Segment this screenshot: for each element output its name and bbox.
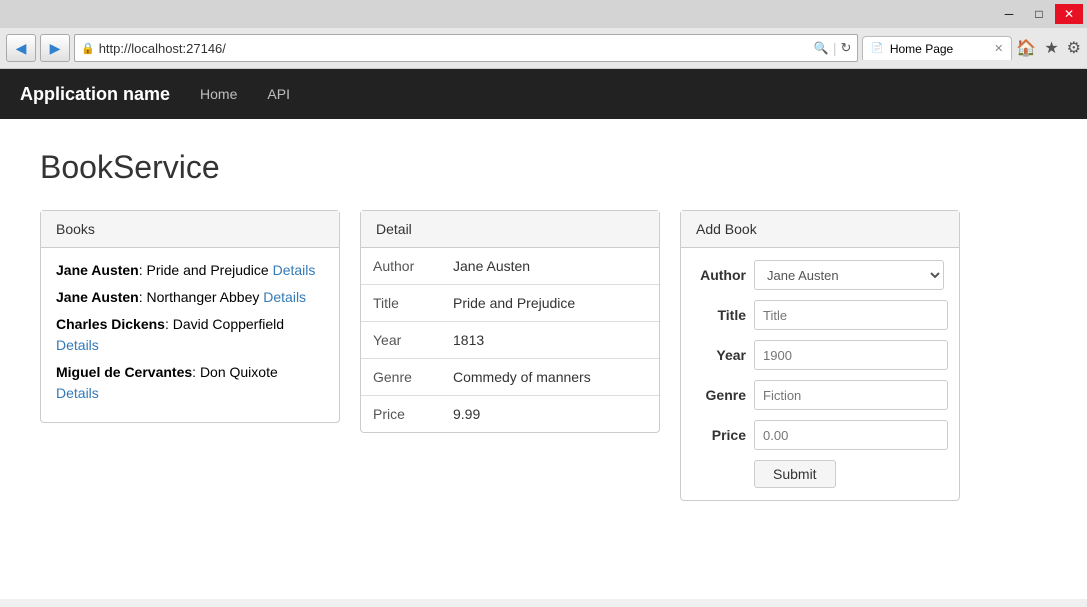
detail-panel-body: Author Jane Austen Title Pride and Preju… [361,248,659,432]
table-row: Year 1813 [361,322,659,359]
address-input[interactable] [99,41,810,56]
address-bar: 🔒 🔍 | ↻ [74,34,858,62]
book-details-link[interactable]: Details [263,289,306,305]
nav-link-home[interactable]: Home [200,86,237,102]
nav-link-api[interactable]: API [267,86,290,102]
close-button[interactable]: ✕ [1055,4,1083,24]
book-author: Charles Dickens [56,316,165,332]
genre-row: Genre [696,380,944,410]
field-value: Pride and Prejudice [441,285,659,322]
book-details-link[interactable]: Details [273,262,316,278]
books-panel-body: Jane Austen: Pride and Prejudice Details… [41,248,339,422]
book-details-link[interactable]: Details [56,337,99,353]
add-book-panel-body: Author Jane Austen Charles Dickens Migue… [681,248,959,500]
app-navbar: Application name Home API [0,69,1087,119]
field-label: Author [361,248,441,285]
author-select[interactable]: Jane Austen Charles Dickens Miguel de Ce… [754,260,944,290]
books-panel: Books Jane Austen: Pride and Prejudice D… [40,210,340,423]
book-author: Miguel de Cervantes [56,364,192,380]
price-input[interactable] [754,420,948,450]
field-label: Genre [361,359,441,396]
forward-button[interactable]: ▶ [40,34,70,62]
page-title: BookService [40,149,1047,186]
submit-row: Submit [696,460,944,488]
address-icon: 🔒 [81,42,95,55]
book-author: Jane Austen [56,289,139,305]
year-input[interactable] [754,340,948,370]
tab-title: Home Page [890,42,953,56]
table-row: Price 9.99 [361,396,659,433]
settings-icon-button[interactable]: ⚙ [1067,38,1081,58]
book-title: Pride and Prejudice [147,262,269,278]
refresh-button[interactable]: ↻ [840,40,851,56]
genre-label: Genre [696,387,746,403]
detail-table: Author Jane Austen Title Pride and Preju… [361,248,659,432]
book-title: Northanger Abbey [147,289,260,305]
list-item: Charles Dickens: David Copperfield Detai… [56,314,324,356]
tab-favicon: 📄 [871,43,883,54]
field-value: 9.99 [441,396,659,433]
navigation-bar: ◀ ▶ 🔒 🔍 | ↻ 📄 Home Page ✕ 🏠 ★ ⚙ [0,28,1087,68]
back-button[interactable]: ◀ [6,34,36,62]
tab-close-button[interactable]: ✕ [994,42,1003,55]
minimize-button[interactable]: ─ [995,4,1023,24]
title-row: Title [696,300,944,330]
add-book-panel: Add Book Author Jane Austen Charles Dick… [680,210,960,501]
genre-input[interactable] [754,380,948,410]
submit-button[interactable]: Submit [754,460,836,488]
year-row: Year [696,340,944,370]
book-details-link[interactable]: Details [56,385,99,401]
books-panel-header: Books [41,211,339,248]
title-label: Title [696,307,746,323]
book-author: Jane Austen [56,262,139,278]
browser-chrome: ─ □ ✕ ◀ ▶ 🔒 🔍 | ↻ 📄 Home Page ✕ 🏠 ★ ⚙ [0,0,1087,69]
year-label: Year [696,347,746,363]
price-label: Price [696,427,746,443]
add-book-panel-header: Add Book [681,211,959,248]
table-row: Genre Commedy of manners [361,359,659,396]
field-value: Commedy of manners [441,359,659,396]
search-button[interactable]: 🔍 [814,41,829,55]
book-title: Don Quixote [200,364,278,380]
detail-panel: Detail Author Jane Austen Title Pride an… [360,210,660,433]
price-row: Price [696,420,944,450]
field-label: Price [361,396,441,433]
app-brand: Application name [20,84,170,105]
favorites-icon-button[interactable]: ★ [1044,38,1058,58]
book-title: David Copperfield [173,316,284,332]
field-label: Title [361,285,441,322]
home-icon-button[interactable]: 🏠 [1016,38,1036,58]
panels-container: Books Jane Austen: Pride and Prejudice D… [40,210,1047,501]
list-item: Miguel de Cervantes: Don Quixote Details [56,362,324,404]
author-label: Author [696,267,746,283]
field-value: 1813 [441,322,659,359]
maximize-button[interactable]: □ [1025,4,1053,24]
field-value: Jane Austen [441,248,659,285]
page-content: BookService Books Jane Austen: Pride and… [0,119,1087,599]
separator: | [833,40,837,56]
list-item: Jane Austen: Northanger Abbey Details [56,287,324,308]
table-row: Author Jane Austen [361,248,659,285]
title-bar: ─ □ ✕ [0,0,1087,28]
table-row: Title Pride and Prejudice [361,285,659,322]
browser-tab[interactable]: 📄 Home Page ✕ [862,36,1012,60]
detail-panel-header: Detail [361,211,659,248]
author-row: Author Jane Austen Charles Dickens Migue… [696,260,944,290]
list-item: Jane Austen: Pride and Prejudice Details [56,260,324,281]
title-input[interactable] [754,300,948,330]
field-label: Year [361,322,441,359]
